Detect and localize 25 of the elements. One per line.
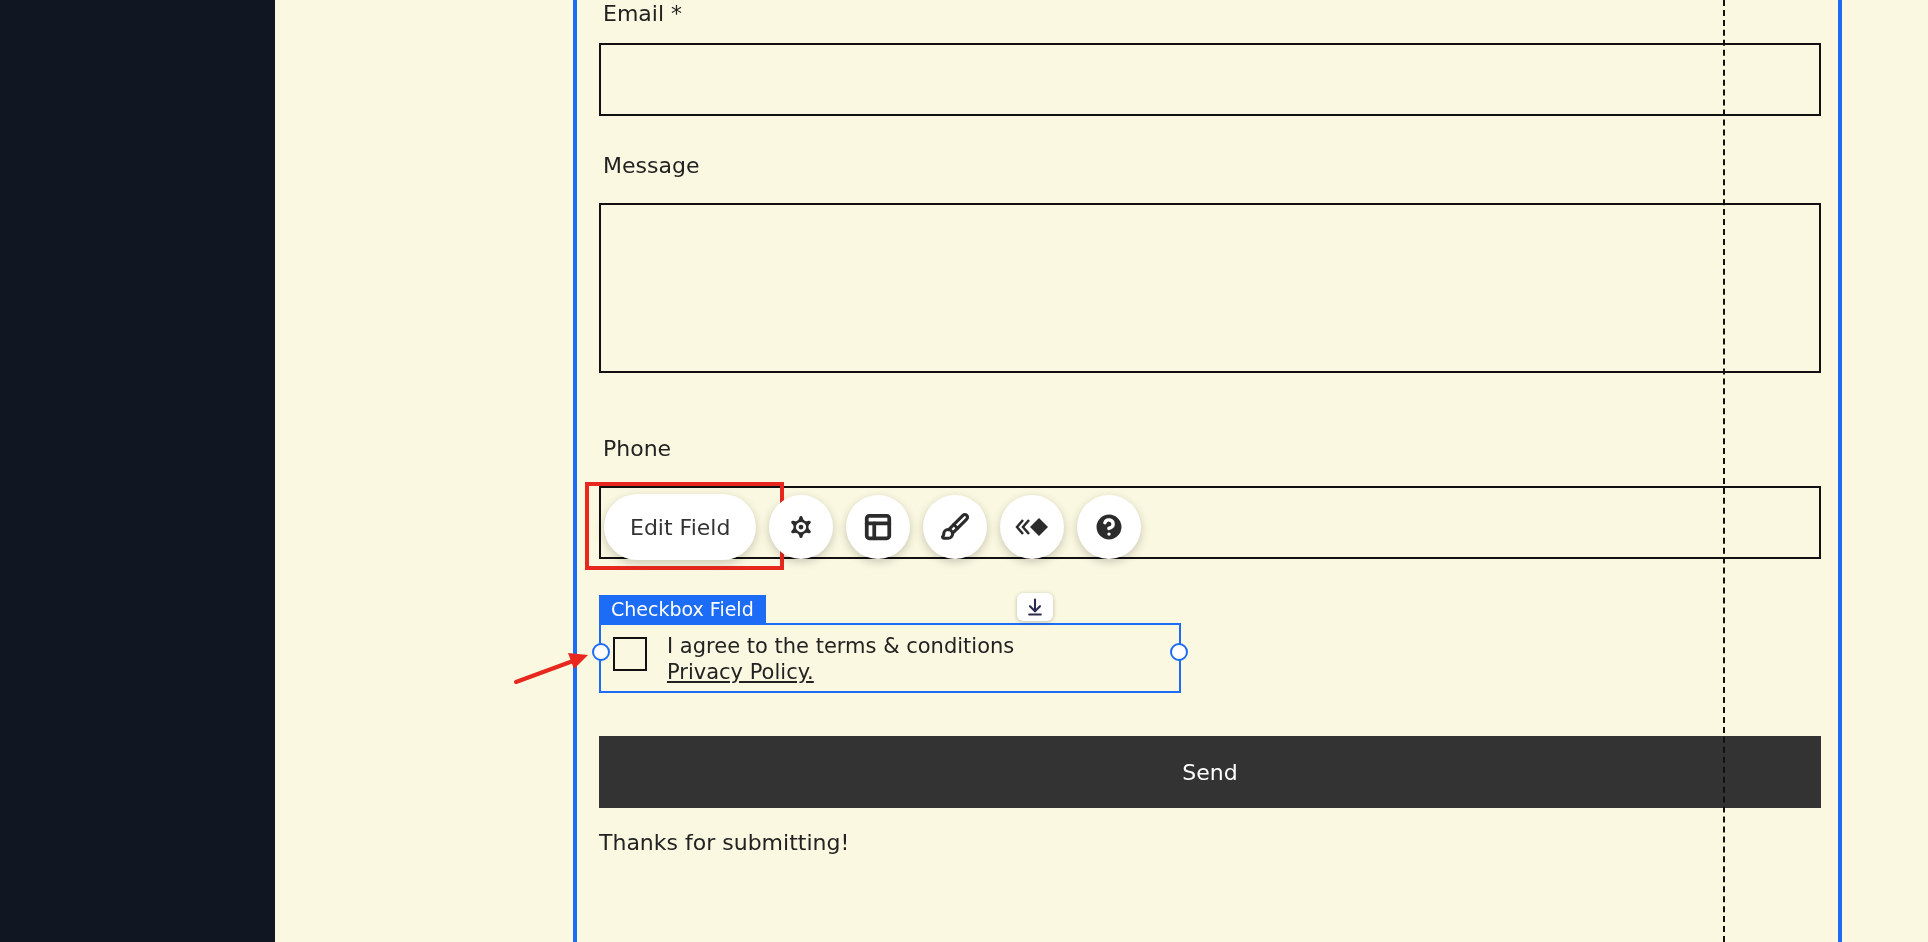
element-tag: Checkbox Field [599,595,766,623]
resize-handle[interactable] [592,643,610,661]
privacy-link[interactable]: Privacy Policy. [667,660,814,684]
layout-icon [863,512,894,542]
animation-button[interactable] [1000,495,1065,559]
field-label: Phone [602,435,673,463]
layout-button[interactable] [846,495,911,559]
chevrons-diamond-icon [1015,517,1050,537]
design-button[interactable] [923,495,988,559]
message-field[interactable] [599,203,1821,373]
send-button[interactable]: Send [599,736,1821,808]
field-label: Message [602,152,701,180]
download-chip[interactable] [1017,593,1053,621]
settings-button[interactable] [769,495,834,559]
edit-field-button[interactable]: Edit Field [604,494,757,560]
input-field[interactable] [599,43,1821,116]
resize-handle[interactable] [1170,643,1188,661]
help-button[interactable] [1077,495,1142,559]
consent-text: I agree to the terms & conditions Privacy Policy. [667,633,1016,685]
field-label: Email * [602,0,684,28]
input-field[interactable] [599,486,1821,559]
brush-icon [940,512,971,542]
checkbox[interactable] [613,637,647,671]
download-icon [1025,597,1045,617]
success-message: Thanks for submitting! [599,830,851,855]
